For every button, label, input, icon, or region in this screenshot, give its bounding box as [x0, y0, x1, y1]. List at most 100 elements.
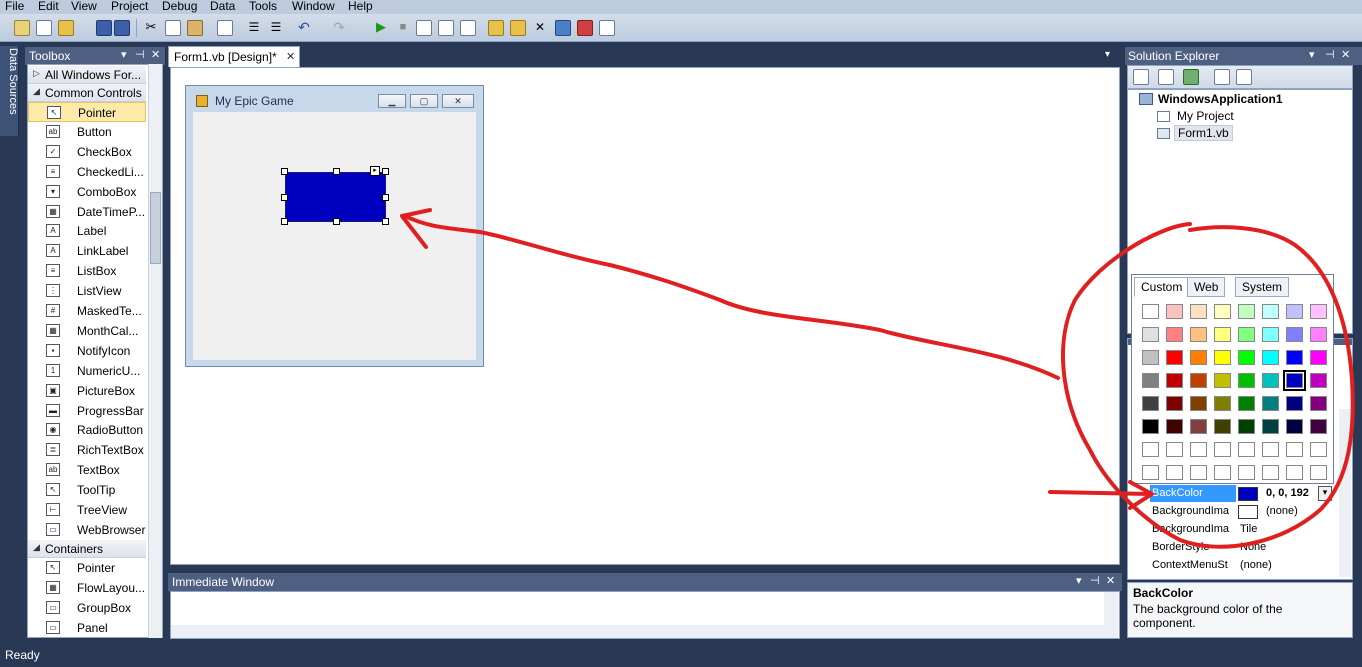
open-file-icon[interactable]	[58, 20, 74, 36]
property-value[interactable]: 0, 0, 192	[1266, 487, 1360, 499]
scroll-thumb[interactable]	[150, 192, 161, 264]
color-swatch[interactable]	[1214, 465, 1231, 480]
resize-handle[interactable]	[382, 194, 389, 201]
color-swatch[interactable]	[1166, 304, 1183, 319]
find-icon[interactable]	[217, 20, 233, 36]
toolbox-item[interactable]: ⊢ TreeView	[28, 500, 146, 520]
color-swatch[interactable]	[1166, 373, 1183, 388]
form-client-area[interactable]	[193, 112, 476, 360]
show-all-files-icon[interactable]	[1158, 69, 1174, 85]
color-swatch[interactable]	[1238, 396, 1255, 411]
smart-tag-icon[interactable]: ▸	[370, 166, 380, 176]
color-swatch[interactable]	[1190, 373, 1207, 388]
tree-item-my-project[interactable]: My Project	[1177, 109, 1234, 123]
immediate-window[interactable]	[170, 591, 1120, 639]
toolbox-item[interactable]: ▾ ComboBox	[28, 182, 146, 202]
color-swatch[interactable]	[1190, 327, 1207, 342]
vertical-scrollbar[interactable]	[1104, 592, 1118, 638]
color-swatch[interactable]	[1286, 304, 1303, 319]
color-swatch[interactable]	[1262, 419, 1279, 434]
property-row[interactable]: BackColor 0, 0, 192 ▾	[1150, 485, 1334, 503]
cut-icon[interactable]: ✂	[143, 20, 159, 36]
color-swatch[interactable]	[1286, 350, 1303, 365]
find-in-files-icon[interactable]	[488, 20, 504, 36]
color-swatch[interactable]	[1166, 350, 1183, 365]
property-value[interactable]: (none)	[1266, 505, 1360, 517]
color-swatch[interactable]	[1238, 304, 1255, 319]
toolbox-item[interactable]: # MaskedTe...	[28, 301, 146, 321]
view-designer-icon[interactable]	[1236, 69, 1252, 85]
color-swatch[interactable]	[1238, 327, 1255, 342]
color-swatch[interactable]	[1238, 442, 1255, 457]
toolbox-group-all-forms[interactable]: ▷ All Windows For...	[28, 66, 146, 84]
color-swatch[interactable]	[1283, 370, 1306, 391]
properties-icon[interactable]	[1133, 69, 1149, 85]
resize-handle[interactable]	[382, 168, 389, 175]
color-swatch[interactable]	[1214, 304, 1231, 319]
tab-system[interactable]: System	[1235, 277, 1290, 297]
menu-view[interactable]: View	[71, 0, 97, 13]
color-swatch[interactable]	[1142, 442, 1159, 457]
color-swatch[interactable]	[1142, 350, 1159, 365]
toolbox-item[interactable]: ab Button	[28, 122, 146, 142]
document-dropdown-icon[interactable]: ▾	[1105, 49, 1110, 60]
property-row[interactable]: BackgroundIma (none)	[1150, 503, 1334, 521]
color-swatch[interactable]	[1238, 419, 1255, 434]
resize-handle[interactable]	[382, 218, 389, 225]
toolbox-item[interactable]: ▭ GroupBox	[28, 598, 146, 618]
color-swatch[interactable]	[1166, 442, 1183, 457]
toolbox-item[interactable]: ⋮ ListView	[28, 281, 146, 301]
toolbox-item[interactable]: ≡ ListBox	[28, 261, 146, 281]
view-code-icon[interactable]	[1214, 69, 1230, 85]
toolbox-item[interactable]: ≡ CheckedLi...	[28, 162, 146, 182]
resize-handle[interactable]	[333, 218, 340, 225]
toolbox-group-containers[interactable]: ◢ Containers	[28, 540, 146, 558]
copy-icon[interactable]	[165, 20, 181, 36]
color-swatch[interactable]	[1238, 465, 1255, 480]
selected-control[interactable]	[285, 172, 386, 222]
color-swatch[interactable]	[1262, 327, 1279, 342]
undo-icon[interactable]: ↶	[296, 20, 312, 36]
color-swatch[interactable]	[1142, 304, 1159, 319]
toolbox-item[interactable]: ▦ MonthCal...	[28, 321, 146, 341]
paste-icon[interactable]	[187, 20, 203, 36]
menu-help[interactable]: Help	[348, 0, 373, 13]
tree-root[interactable]: WindowsApplication1	[1158, 92, 1283, 106]
redo-icon[interactable]: ↷	[331, 20, 347, 36]
toolbox-item[interactable]: A LinkLabel	[28, 241, 146, 261]
menu-tools[interactable]: Tools	[249, 0, 277, 13]
color-swatch[interactable]	[1286, 419, 1303, 434]
color-swatch[interactable]	[1214, 327, 1231, 342]
color-swatch[interactable]	[1190, 304, 1207, 319]
toolbox-item[interactable]: ◉ RadioButton	[28, 420, 146, 440]
color-swatch[interactable]	[1190, 396, 1207, 411]
toolbox-item[interactable]: ≣ RichTextBox	[28, 440, 146, 460]
close-icon[interactable]: ✕	[1341, 48, 1350, 61]
toolbox-item[interactable]: ↖ Pointer	[28, 102, 146, 122]
tree-item-form1[interactable]: Form1.vb	[1174, 125, 1233, 141]
pin-icon[interactable]: ⊣	[1090, 574, 1100, 587]
dropdown-icon[interactable]: ▾	[1309, 48, 1315, 61]
color-swatch[interactable]	[1262, 350, 1279, 365]
property-row[interactable]: ContextMenuSt (none)	[1150, 557, 1334, 575]
toolbox-item[interactable]: ▣ PictureBox	[28, 381, 146, 401]
start-page-icon[interactable]	[599, 20, 615, 36]
resize-handle[interactable]	[281, 194, 288, 201]
color-swatch[interactable]	[1190, 465, 1207, 480]
solution-explorer-icon[interactable]	[510, 20, 526, 36]
horizontal-scrollbar[interactable]	[171, 625, 1105, 638]
color-swatch[interactable]	[1286, 396, 1303, 411]
toolbox-close-icon[interactable]: ✕	[151, 48, 160, 61]
comment-icon[interactable]: ☰	[246, 20, 262, 36]
color-swatch[interactable]	[1214, 396, 1231, 411]
color-swatch[interactable]	[1142, 373, 1159, 388]
menu-window[interactable]: Window	[292, 0, 335, 13]
menu-project[interactable]: Project	[111, 0, 148, 13]
property-row[interactable]: BackgroundIma Tile	[1150, 521, 1334, 539]
toolbox-item[interactable]: ▦ DateTimeP...	[28, 202, 146, 222]
color-swatch[interactable]	[1166, 419, 1183, 434]
tab-custom[interactable]: Custom	[1134, 277, 1190, 297]
menu-debug[interactable]: Debug	[162, 0, 197, 13]
color-swatch[interactable]	[1142, 396, 1159, 411]
toolbox-item[interactable]: ↖ Pointer	[28, 558, 146, 578]
